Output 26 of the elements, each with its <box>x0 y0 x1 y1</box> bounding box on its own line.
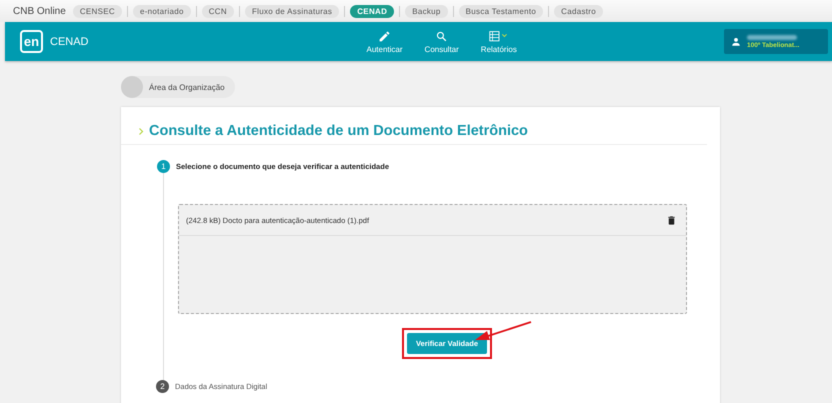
system-tab[interactable]: Busca Testamento <box>458 4 544 18</box>
system-tab[interactable]: Cadastro <box>554 4 604 18</box>
nav-item[interactable]: Relatórios <box>480 30 517 54</box>
logo-badge[interactable]: en <box>20 30 43 53</box>
step-number: 2 <box>156 380 169 393</box>
step-number: 1 <box>157 160 170 173</box>
avatar-circle <box>121 76 143 98</box>
blurred-name <box>747 34 797 40</box>
person-icon <box>731 36 741 46</box>
system-tab[interactable]: Backup <box>405 4 448 18</box>
table-dropdown-icon <box>488 30 510 42</box>
system-tab[interactable]: Fluxo de Assinaturas <box>244 4 340 18</box>
system-tab[interactable]: CENAD <box>350 4 394 18</box>
pencil-icon <box>378 30 392 42</box>
organization-breadcrumb[interactable]: Área da Organização <box>121 76 235 98</box>
nav-item[interactable]: Autenticar <box>366 30 403 54</box>
page-title: Consulte a Autenticidade de um Documento Eletrônico <box>149 123 528 139</box>
search-icon <box>435 30 448 42</box>
app-title: CENAD <box>50 36 89 48</box>
chevron-icon <box>138 126 144 136</box>
system-tab[interactable]: CCN <box>202 4 234 18</box>
trash-icon[interactable] <box>666 214 677 226</box>
nav-item[interactable]: Consultar <box>424 30 459 54</box>
brand-label: CNB Online <box>13 6 66 16</box>
system-tab[interactable]: e-notariado <box>132 4 191 18</box>
system-tab[interactable]: CENSEC <box>72 4 122 18</box>
